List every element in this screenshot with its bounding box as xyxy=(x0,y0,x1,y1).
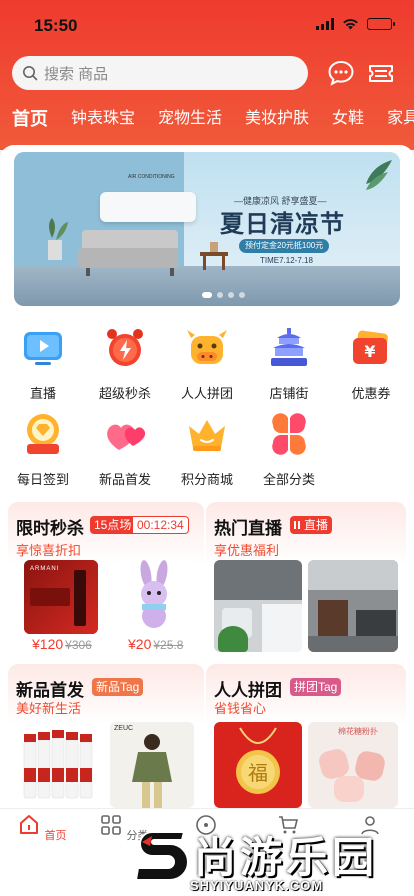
tab-women-shoes[interactable]: 女鞋 xyxy=(332,105,364,133)
home-icon xyxy=(20,815,39,834)
grid-label: 全部分类 xyxy=(262,472,315,487)
flash-price-2: ¥20 ¥25.8 xyxy=(128,636,183,652)
banner-deposit-tag: 预付定金20元抵100元 xyxy=(239,239,330,253)
price-value: ¥120 xyxy=(32,636,64,652)
tab-bar-label: 首页 xyxy=(44,830,67,842)
product-image[interactable] xyxy=(20,722,104,808)
grid-item-live[interactable]: 直播 xyxy=(2,326,84,402)
price-original: ¥25.8 xyxy=(153,638,184,652)
leaves-decoration xyxy=(366,160,392,190)
coupon-icon: ¥ xyxy=(353,330,388,364)
temple-icon xyxy=(271,328,307,366)
tab-jewelry[interactable]: 钟表珠宝 xyxy=(71,105,135,133)
live-badge-label: 直播 xyxy=(304,518,329,532)
message-icon[interactable] xyxy=(326,58,356,88)
product-image[interactable]: 棉花糖粉扑 xyxy=(308,722,398,808)
wifi-icon xyxy=(343,19,358,30)
tab-pets[interactable]: 宠物生活 xyxy=(158,105,222,133)
group-buy-tag: 拼团Tag xyxy=(290,678,342,696)
new-products-card[interactable]: 新品首发 新品Tag 美好新生活 ZEUC xyxy=(8,664,204,814)
promo-banner[interactable]: AIR CONDITIONING —健康凉风 舒享盛夏— 夏日清凉节 预付定金2… xyxy=(14,152,400,306)
air-conditioner-illustration xyxy=(100,192,196,222)
live-badge: 直播 xyxy=(290,516,333,534)
watermark-url: SHYIYUANYK.COM xyxy=(190,878,324,893)
live-thumbnail[interactable] xyxy=(308,560,398,652)
grid-label: 超级秒杀 xyxy=(98,386,151,401)
flash-session-tag: 15点场 xyxy=(90,516,136,534)
product-image[interactable]: ZEUC xyxy=(110,722,194,808)
crown-icon xyxy=(189,420,225,451)
hot-live-subtitle: 享优惠福利 xyxy=(214,543,280,558)
live-thumbnail[interactable] xyxy=(214,560,302,652)
search-icon xyxy=(23,66,38,81)
battery-icon xyxy=(367,18,395,30)
banner-pagination xyxy=(202,292,245,298)
scan-ticket-icon[interactable] xyxy=(366,58,396,88)
grid-item-checkin[interactable]: 每日签到 xyxy=(2,412,84,488)
group-buy-card[interactable]: 人人拼团 拼团Tag 省钱省心 福 棉花糖粉扑 xyxy=(206,664,406,814)
grid-item-points-mall[interactable]: 积分商城 xyxy=(166,412,248,488)
petals-icon xyxy=(272,413,306,455)
signal-icon xyxy=(316,18,334,30)
banner-date: TIME7.12-7.18 xyxy=(260,256,313,265)
svg-text:福: 福 xyxy=(248,761,268,785)
flash-sale-title: 限时秒杀 xyxy=(16,519,84,538)
hot-live-card[interactable]: 热门直播 直播 享优惠福利 xyxy=(206,502,406,658)
flash-sale-card[interactable]: 限时秒杀 15点场 00:12:34 享惊喜折扣 ARMANI ¥120 ¥306… xyxy=(8,502,204,658)
flash-price-1: ¥120 ¥306 xyxy=(32,636,92,652)
liquor-bottles-illustration xyxy=(23,730,93,799)
status-bar: 15:50 xyxy=(0,14,414,38)
grid-label: 优惠券 xyxy=(351,386,391,401)
plush-bunny-illustration xyxy=(140,560,168,628)
price-value: ¥20 xyxy=(128,636,152,652)
gold-pendant-illustration: 福 xyxy=(236,727,280,794)
grid-label: 直播 xyxy=(29,386,56,401)
banner-ac-label: AIR CONDITIONING xyxy=(128,174,175,180)
hot-live-title: 热门直播 xyxy=(214,519,282,538)
grid-label: 店铺街 xyxy=(269,386,309,401)
flash-sale-subtitle: 享惊喜折扣 xyxy=(16,543,82,558)
brand-label: ARMANI xyxy=(30,566,60,572)
watermark: 尚游乐园 SHYIYUANYK.COM xyxy=(130,822,414,896)
hearts-icon xyxy=(107,424,146,450)
grid-icon xyxy=(101,815,122,835)
new-products-subtitle: 美好新生活 xyxy=(16,701,82,716)
sofa-illustration xyxy=(48,218,178,276)
alarm-clock-icon xyxy=(107,329,143,366)
grid-label: 每日签到 xyxy=(16,472,69,487)
grid-item-new-arrivals[interactable]: 新品首发 xyxy=(84,412,166,488)
grid-label: 积分商城 xyxy=(180,472,233,487)
banner-title: 夏日清凉节 xyxy=(220,209,345,238)
fashion-model-illustration xyxy=(132,734,172,808)
watermark-text: 尚游乐园 xyxy=(194,833,379,882)
tab-bar-home[interactable]: 首页 xyxy=(12,813,72,843)
grid-item-coupons[interactable]: ¥ 优惠券 xyxy=(330,326,412,402)
product-image[interactable]: 福 xyxy=(214,722,302,808)
grid-item-shop-street[interactable]: 店铺街 xyxy=(248,326,330,402)
group-buy-subtitle: 省钱省心 xyxy=(214,701,267,716)
grid-item-group-buy[interactable]: 人人拼团 xyxy=(166,326,248,402)
svg-text:¥: ¥ xyxy=(364,342,375,361)
cow-icon xyxy=(187,330,227,364)
grid-item-all-categories[interactable]: 全部分类 xyxy=(248,412,330,488)
header: 15:50 搜索 商品 首页 钟表珠宝 宠物生活 美妆护肤 女鞋 家具 xyxy=(0,0,414,150)
diamond-badge-icon xyxy=(27,414,59,454)
price-original: ¥306 xyxy=(65,638,92,652)
watermark-logo-icon xyxy=(134,831,189,881)
search-placeholder: 搜索 商品 xyxy=(44,65,109,83)
category-tabs: 首页 钟表珠宝 宠物生活 美妆护肤 女鞋 家具 xyxy=(12,105,414,133)
grid-item-flash-sale[interactable]: 超级秒杀 xyxy=(84,326,166,402)
search-input[interactable]: 搜索 商品 xyxy=(12,56,308,90)
tab-home[interactable]: 首页 xyxy=(12,105,48,133)
product-image[interactable]: ARMANI xyxy=(24,560,98,634)
tab-beauty[interactable]: 美妆护肤 xyxy=(245,105,309,133)
tab-furniture[interactable]: 家具 xyxy=(387,105,414,133)
status-time: 15:50 xyxy=(34,16,78,35)
grid-label: 新品首发 xyxy=(98,472,151,487)
tv-icon xyxy=(24,332,62,365)
grid-label: 人人拼团 xyxy=(180,386,233,401)
new-products-tag: 新品Tag xyxy=(92,678,144,696)
flash-countdown: 00:12:34 xyxy=(132,516,189,534)
product-image[interactable] xyxy=(118,560,192,634)
